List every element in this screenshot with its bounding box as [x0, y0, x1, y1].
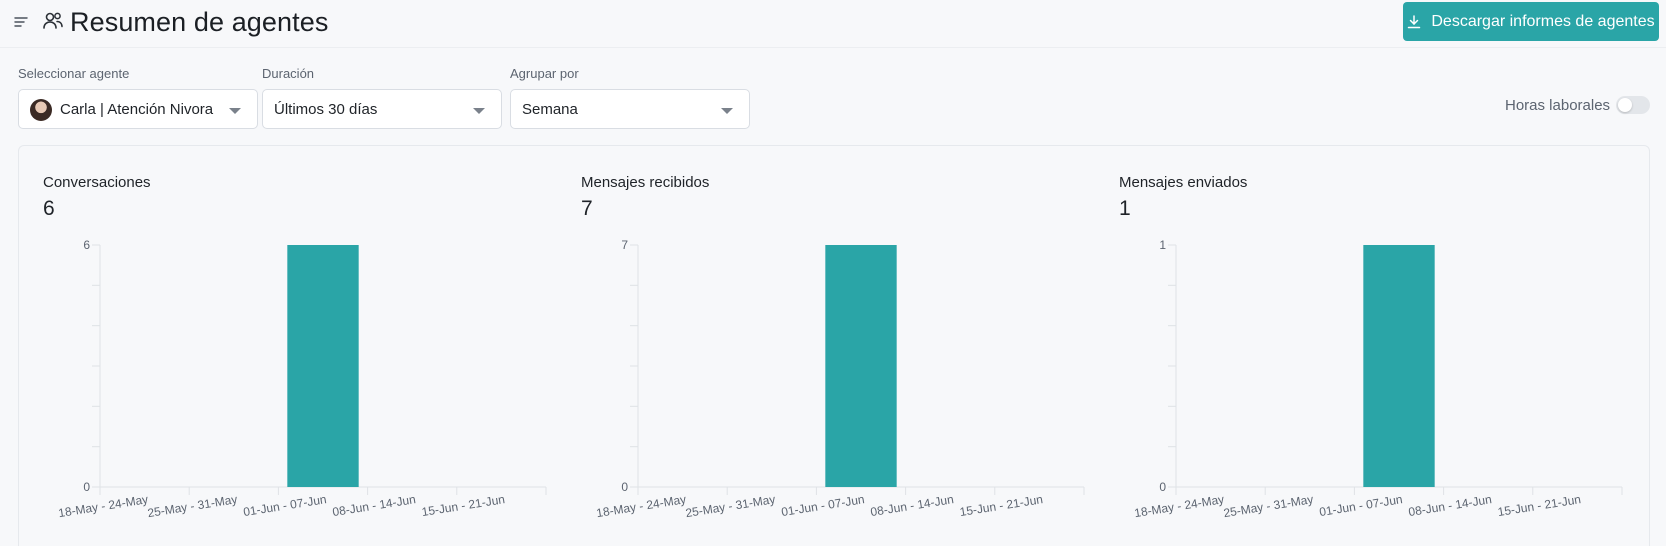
business-hours-label: Horas laborales: [1505, 97, 1611, 114]
y-tick-label: 0: [621, 480, 628, 494]
x-tick-label: 08-Jun - 14-Jun: [331, 492, 416, 519]
x-tick-label: 25-May - 31-May: [684, 492, 776, 520]
x-tick-label: 15-Jun - 21-Jun: [421, 492, 506, 519]
group-by-select-value: Semana: [522, 101, 578, 118]
agents-icon: [43, 12, 63, 29]
chart-conversations: 0 6 18-May - 24-May25-May - 31-May 01-Jun -…: [57, 238, 547, 520]
x-tick-label: 15-Jun - 21-Jun: [1497, 492, 1582, 519]
y-tick-label: 0: [1159, 480, 1166, 494]
x-tick-label: 25-May - 31-May: [1222, 492, 1314, 520]
y-tick-label: 7: [621, 238, 628, 252]
group-by-select-label: Agrupar por: [510, 66, 579, 81]
duration-select[interactable]: Últimos 30 días: [262, 89, 502, 129]
x-tick-label: 18-May - 24-May: [595, 492, 687, 520]
agent-select-value: Carla | Atención Nivora: [60, 101, 214, 118]
download-reports-button[interactable]: Descargar informes de agentes: [1403, 2, 1659, 41]
metric-value-conversations: 6: [43, 197, 55, 220]
x-tick-label: 18-May - 24-May: [1133, 492, 1225, 520]
group-by-select[interactable]: Semana: [510, 89, 750, 129]
toggle-knob: [1618, 98, 1632, 112]
chart-messages-received: 0 7 18-May - 24-May25-May - 31-May 01-Jun -…: [595, 238, 1085, 520]
metric-value-messages-received: 7: [581, 197, 593, 220]
business-hours-toggle[interactable]: [1616, 96, 1650, 114]
x-tick-label: 01-Jun - 07-Jun: [242, 492, 327, 519]
menu-icon[interactable]: [14, 15, 28, 29]
y-tick-label: 1: [1159, 238, 1166, 252]
avatar: [30, 99, 52, 121]
chevron-down-icon: [721, 108, 733, 114]
metric-title-conversations: Conversaciones: [43, 174, 151, 191]
metric-title-messages-received: Mensajes recibidos: [581, 174, 710, 191]
x-tick-label: 01-Jun - 07-Jun: [1318, 492, 1403, 519]
duration-select-value: Últimos 30 días: [274, 101, 378, 118]
download-reports-label: Descargar informes de agentes: [1431, 12, 1655, 30]
metric-value-messages-sent: 1: [1119, 197, 1131, 220]
duration-select-label: Duración: [262, 66, 315, 81]
chart-messages-sent: 0 1 18-May - 24-May25-May - 31-May 01-Jun -…: [1133, 238, 1623, 520]
agent-overview-page: Resumen de agentes Descargar informes de…: [0, 0, 1666, 546]
page-header: Resumen de agentes Descargar informes de…: [0, 0, 1666, 48]
y-tick-label: 0: [83, 480, 90, 494]
agent-select[interactable]: Carla | Atención Nivora: [18, 89, 258, 129]
y-tick-label: 6: [83, 238, 90, 252]
bar: [825, 245, 897, 487]
x-tick-label: 01-Jun - 07-Jun: [780, 492, 865, 519]
agent-select-label: Seleccionar agente: [18, 66, 130, 81]
x-tick-label: 15-Jun - 21-Jun: [959, 492, 1044, 519]
chevron-down-icon: [473, 108, 485, 114]
x-tick-label: 08-Jun - 14-Jun: [1407, 492, 1492, 519]
page-title: Resumen de agentes: [70, 7, 329, 37]
download-icon: [1408, 14, 1421, 28]
x-tick-label: 25-May - 31-May: [146, 492, 238, 520]
bar: [287, 245, 359, 487]
x-tick-label: 08-Jun - 14-Jun: [869, 492, 954, 519]
x-tick-label: 18-May - 24-May: [57, 492, 149, 520]
bar: [1363, 245, 1435, 487]
metric-title-messages-sent: Mensajes enviados: [1119, 174, 1248, 191]
chevron-down-icon: [229, 108, 241, 114]
